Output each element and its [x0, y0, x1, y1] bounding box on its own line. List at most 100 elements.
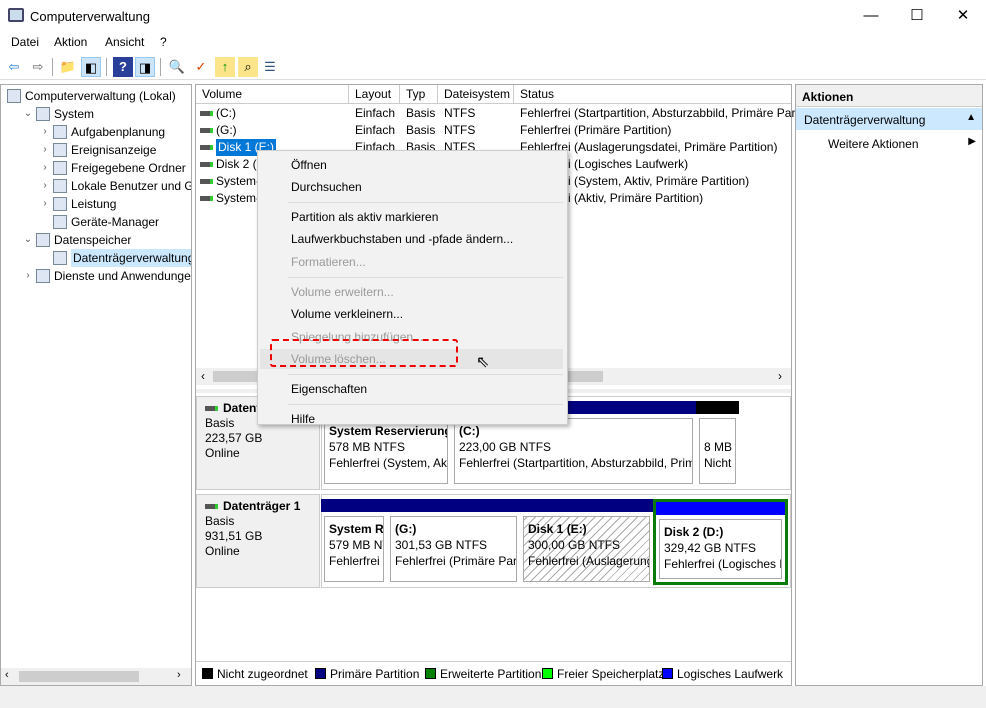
legend-item: Freier Speicherplatz: [542, 667, 664, 681]
services-icon: [36, 269, 50, 283]
menu-ansicht[interactable]: Ansicht: [105, 35, 144, 49]
chevron-icon[interactable]: ⌄: [22, 105, 34, 123]
title-bar: Computerverwaltung — ☐ ✕: [0, 0, 986, 32]
tree-item[interactable]: › Aufgabenplanung: [1, 123, 191, 141]
chevron-icon[interactable]: ›: [22, 267, 34, 285]
tree-item[interactable]: › Dienste und Anwendungen: [1, 267, 191, 285]
disk-label[interactable]: Datenträger 1 Basis 931,51 GB Online: [196, 494, 320, 588]
tree-item[interactable]: Computerverwaltung (Lokal): [1, 87, 191, 105]
users-icon: [53, 179, 67, 193]
context-menu-item[interactable]: Hilfe: [291, 409, 315, 429]
tree-item[interactable]: › Freigegebene Ordner: [1, 159, 191, 177]
drive-icon: [205, 504, 218, 509]
status: Fehlerfrei (Startpartition, Absturzabbil…: [520, 106, 825, 120]
context-menu-item[interactable]: Öffnen: [291, 155, 327, 175]
more-actions-item[interactable]: Weitere Aktionen ▶: [796, 133, 982, 153]
column-header-dateisystem[interactable]: Dateisystem: [438, 85, 514, 104]
partition-size: 300,00 GB NTFS: [528, 538, 621, 552]
filesystem: NTFS: [444, 123, 476, 137]
app-icon: [8, 8, 24, 22]
show-hide-console-tree-icon[interactable]: ◧: [81, 57, 101, 77]
disk-size: 223,57 GB: [205, 431, 263, 445]
tree-item[interactable]: ⌄ Datenspeicher: [1, 231, 191, 249]
tree-item[interactable]: › Ereignisanzeige: [1, 141, 191, 159]
chevron-icon[interactable]: ›: [39, 123, 51, 141]
search-file-icon[interactable]: ⌕: [238, 57, 258, 77]
legend-label: Logisches Laufwerk: [677, 667, 784, 681]
partition[interactable]: 8 MB Nicht zugeordnet: [696, 401, 739, 487]
drive-icon: [200, 128, 213, 133]
legend-item: Nicht zugeordnet: [202, 667, 308, 681]
properties-list-icon[interactable]: ☰: [260, 57, 280, 77]
minimize-button[interactable]: —: [848, 0, 894, 32]
context-menu-item[interactable]: Durchsuchen: [291, 177, 362, 197]
close-button[interactable]: ✕: [940, 0, 986, 32]
chevron-icon[interactable]: ›: [39, 141, 51, 159]
column-header-volume[interactable]: Volume: [196, 85, 349, 104]
tree-item[interactable]: Geräte-Manager: [1, 213, 191, 231]
partition-box: Disk 1 (E:) 300,00 GB NTFS Fehlerfrei (Aus…: [523, 516, 650, 582]
tree-item[interactable]: › Lokale Benutzer und Gruppen: [1, 177, 191, 195]
maximize-button[interactable]: ☐: [894, 0, 940, 32]
context-menu-item[interactable]: Partition als aktiv markieren: [291, 207, 438, 227]
forward-arrow-icon[interactable]: ⇨: [28, 57, 48, 77]
up-folder-icon[interactable]: 📁: [58, 57, 78, 77]
menu-datei[interactable]: Datei: [11, 35, 39, 49]
partition-box: Disk 2 (D:) 329,42 GB NTFS Fehlerfrei (Log…: [659, 519, 782, 579]
mouse-cursor-icon: ⇖: [476, 354, 490, 371]
partition-size: 329,42 GB NTFS: [664, 541, 757, 555]
disk-size: 931,51 GB: [205, 529, 263, 543]
chevron-icon[interactable]: ›: [39, 177, 51, 195]
partition-color-bar: [696, 401, 739, 414]
tree-item[interactable]: Datenträgerverwaltung: [1, 249, 191, 267]
back-arrow-icon[interactable]: ⇦: [4, 57, 24, 77]
partition[interactable]: Disk 1 (E:) 300,00 GB NTFS Fehlerfrei (Aus…: [520, 499, 653, 585]
submenu-arrow-icon: ▶: [968, 136, 976, 147]
tree-item[interactable]: ⌄ System: [1, 105, 191, 123]
volume-row[interactable]: (C:) Einfach Basis NTFS Fehlerfrei (Startpar…: [196, 105, 825, 122]
drive-icon: [200, 162, 213, 167]
context-menu-item[interactable]: Laufwerkbuchstaben und -pfade ändern...: [291, 229, 513, 249]
partition-name: (G:): [395, 522, 417, 536]
disk-management-icon: [53, 251, 67, 265]
partition-size: 579 MB NTFS: [329, 538, 383, 552]
drive-icon: [200, 196, 213, 201]
actions-section-datentraegerverwaltung[interactable]: Datenträgerverwaltung ▲: [796, 108, 982, 130]
partition-color-bar: [387, 499, 520, 512]
section-label: Datenträgerverwaltung: [804, 113, 926, 127]
menu-aktion[interactable]: Aktion: [54, 35, 87, 49]
upload-icon[interactable]: ↑: [215, 57, 235, 77]
chevron-icon[interactable]: ⌄: [22, 231, 34, 249]
partition[interactable]: System R 579 MB NTFS Fehlerfrei: [321, 499, 387, 585]
show-hide-action-pane-icon[interactable]: ◨: [135, 57, 155, 77]
chevron-icon[interactable]: ›: [39, 159, 51, 177]
storage-icon: [36, 233, 50, 247]
context-menu-item[interactable]: Eigenschaften: [291, 379, 367, 399]
tree-item-label: Aufgabenplanung: [71, 125, 166, 139]
disk-status: Online: [205, 544, 240, 558]
disk-name: Datenträger 1: [205, 499, 311, 514]
partition-name: System Reservierung: [329, 424, 448, 438]
chevron-icon[interactable]: ›: [39, 195, 51, 213]
connect-drive-icon[interactable]: 🔍: [167, 57, 187, 77]
partition[interactable]: Disk 2 (D:) 329,42 GB NTFS Fehlerfrei (Log…: [653, 499, 788, 585]
tree-item-label: Datenspeicher: [54, 233, 132, 247]
collapse-up-icon[interactable]: ▲: [966, 112, 976, 123]
context-menu-item: Formatieren...: [291, 254, 366, 269]
column-header-status[interactable]: Status: [514, 85, 791, 104]
partition[interactable]: (G:) 301,53 GB NTFS Fehlerfrei (Primäre Pa…: [387, 499, 520, 585]
column-header-typ[interactable]: Typ: [400, 85, 438, 104]
context-menu-item[interactable]: Volume verkleinern...: [291, 304, 403, 324]
column-header-layout[interactable]: Layout: [349, 85, 400, 104]
help-icon[interactable]: ?: [113, 57, 133, 77]
drive-icon: [205, 406, 218, 411]
tree-horizontal-scrollbar[interactable]: ‹ ›: [1, 668, 191, 685]
partition-name: System R: [329, 522, 384, 536]
legend-swatch: [662, 668, 673, 679]
checklist-icon[interactable]: ✓: [191, 57, 211, 77]
legend-label: Nicht zugeordnet: [217, 667, 308, 681]
tree-item[interactable]: › Leistung: [1, 195, 191, 213]
volume-row[interactable]: (G:) Einfach Basis NTFS Fehlerfrei (Primäre …: [196, 122, 791, 139]
menu-help[interactable]: ?: [160, 35, 167, 49]
partition-color-bar: [520, 499, 653, 512]
